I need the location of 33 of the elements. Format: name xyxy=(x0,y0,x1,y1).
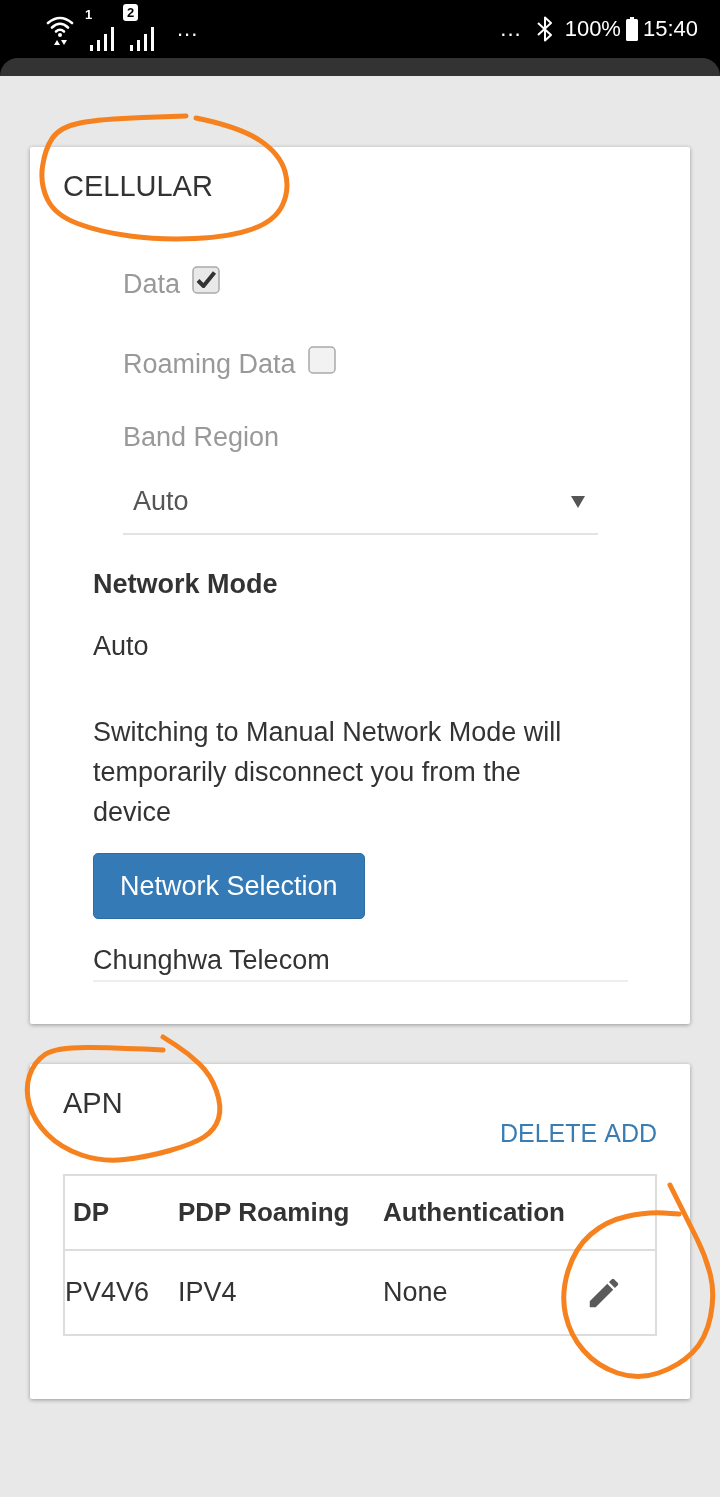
clock-time: 15:40 xyxy=(642,16,698,42)
checkbox[interactable] xyxy=(307,346,336,374)
battery-icon xyxy=(625,17,638,41)
column-header: DP xyxy=(73,1197,110,1228)
field-value: Auto xyxy=(93,630,149,663)
action-link[interactable]: ADD xyxy=(604,1116,657,1150)
more-indicator: ... xyxy=(177,16,199,42)
signal-icon xyxy=(129,27,155,51)
checkbox[interactable] xyxy=(192,266,221,294)
sim-number: 2 xyxy=(123,4,139,21)
warning-text: Switching to Manual Network Mode will temporarily disconnect you from the device xyxy=(93,716,563,829)
caret-icon xyxy=(571,495,585,508)
table-cell: None xyxy=(383,1277,448,1308)
section-title: APN xyxy=(63,1086,123,1121)
wifi-icon xyxy=(45,14,75,46)
checkbox-label: Data xyxy=(123,268,181,301)
operator-field[interactable]: Chunghwa Telecom xyxy=(93,936,628,982)
battery-percent: 100% xyxy=(564,16,621,42)
checkbox-label: Roaming Data xyxy=(123,348,296,381)
band-region-select[interactable]: Auto xyxy=(123,470,598,535)
bluetooth-icon xyxy=(535,16,554,42)
network-selection-button[interactable]: Network Selection xyxy=(93,853,365,919)
more-indicator: ... xyxy=(500,16,522,42)
column-header: Authentication xyxy=(383,1197,565,1228)
action-link[interactable]: DELETE xyxy=(499,1116,598,1150)
field-label: Network Mode xyxy=(93,568,278,601)
signal-icon xyxy=(89,27,115,51)
table-cell: PV4V6 xyxy=(65,1277,150,1308)
sim-number: 1 xyxy=(85,7,93,22)
field-label: Band Region xyxy=(123,421,280,454)
column-header: PDP Roaming xyxy=(178,1197,350,1228)
table-cell: IPV4 xyxy=(178,1277,237,1308)
section-title: CELLULAR xyxy=(63,169,214,203)
